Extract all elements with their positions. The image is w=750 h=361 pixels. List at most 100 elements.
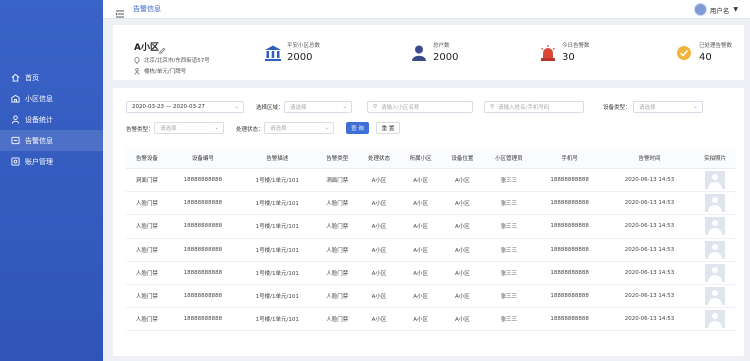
chevron-down-icon: ⌄ (234, 104, 239, 110)
alarm-type-select[interactable]: 请选择 ⌄ (154, 122, 224, 134)
handled-icon (676, 44, 694, 62)
reset-button[interactable]: 重 置 (376, 122, 400, 134)
column-header: 告警时间 (604, 148, 695, 169)
alarm-type-placeholder: 请选择 (160, 126, 177, 132)
table-cell: 人脸门禁 (126, 261, 168, 285)
breadcrumb[interactable]: 告警信息 (133, 4, 161, 14)
region-select[interactable]: 请选择 ⌄ (284, 101, 352, 113)
device-type-select[interactable]: 请选择 ⌄ (633, 101, 703, 113)
table-cell: A小区 (441, 261, 484, 285)
avatar-photo-icon[interactable] (705, 263, 726, 282)
table-cell: A小区 (399, 307, 442, 332)
avatar-photo-icon[interactable] (705, 217, 726, 236)
table-cell: 人脸门禁 (316, 238, 359, 262)
table-cell: 张三三 (483, 168, 535, 193)
person-search-input[interactable]: ⚲ 请输入姓名/手机号码 (484, 101, 584, 113)
siren-icon (539, 44, 557, 62)
table-cell: 人脸门禁 (126, 284, 168, 309)
table-row: 人脸门禁 18888888888 1号楼/1单元/101 人脸门禁 A小区 A小区 A小区张… (126, 238, 736, 262)
table-row: 人脸门禁 18888888888 1号楼/1单元/101 人脸门禁 A小区 A小区 A小区张… (126, 191, 736, 216)
table-body: 洞面门禁 18888888888 1号楼/1单元/101 洞面门禁 A小区 A小区 A小区张… (126, 168, 736, 332)
sidebar-item-community[interactable]: 小区信息 (0, 88, 103, 109)
address-row: 北京/北京市/东西街道57号 (134, 56, 210, 64)
chevron-down-icon: ⌄ (214, 125, 219, 131)
sidebar-item-device-stats[interactable]: 设备统计 (0, 109, 103, 130)
chevron-down-icon: ⌄ (342, 104, 347, 110)
table-cell: 张三三 (483, 284, 535, 309)
table-cell: 18888888888 (167, 168, 238, 193)
photo-cell (694, 214, 736, 239)
table-cell: A小区 (399, 191, 442, 216)
sidebar-item-home[interactable]: 首页 (0, 67, 103, 88)
device-type-label: 设备类型： (603, 105, 631, 111)
table-cell: 18888888888 (167, 191, 238, 216)
stat-value: 30 (562, 52, 575, 63)
column-header: 处理状态 (358, 148, 400, 169)
table-cell: 2020-06-13 14:53 (604, 168, 695, 193)
table-cell: 18888888888 (167, 261, 238, 285)
column-header: 设备位置 (441, 148, 484, 169)
photo-cell (694, 261, 736, 285)
table-cell: 2020-06-13 14:53 (604, 238, 695, 262)
table-cell: 1号楼/1单元/101 (237, 261, 317, 285)
table-cell: 张三三 (483, 214, 535, 239)
photo-cell (694, 284, 736, 309)
table-cell: A小区 (441, 284, 484, 309)
table-cell: 18888888888 (534, 191, 605, 216)
table-cell: A小区 (441, 238, 484, 262)
stat-value: 40 (699, 52, 712, 63)
table-cell: 洞面门禁 (316, 168, 359, 193)
region-placeholder: 请选择 (290, 105, 307, 111)
community-search-input[interactable]: ⚲ 请输入小区名称 (367, 101, 473, 113)
topbar: 告警信息 用户名 ▼ (103, 0, 750, 19)
alarm-table: 告警设备 设备编号 告警描述 告警类型 处理状态 所属小区 设备位置 小区管理员… (126, 148, 736, 332)
stat-total-communities: 平安小区总数 2000 (264, 41, 320, 63)
community-icon (11, 94, 20, 103)
column-header: 手机号 (534, 148, 605, 169)
table-cell: A小区 (399, 284, 442, 309)
status-select[interactable]: 请选择 ⌄ (264, 122, 334, 134)
stat-label: 今日告警数 (562, 43, 590, 49)
table-cell: A小区 (358, 191, 400, 216)
avatar-photo-icon[interactable] (705, 171, 726, 190)
table-cell: 2020-06-13 14:53 (604, 191, 695, 216)
user-menu[interactable]: 用户名 ▼ (693, 3, 738, 16)
table-cell: A小区 (358, 261, 400, 285)
table-cell: A小区 (358, 307, 400, 332)
menu-toggle-icon[interactable] (115, 4, 125, 18)
table-cell: 2020-06-13 14:53 (604, 307, 695, 332)
avatar-photo-icon[interactable] (705, 240, 726, 259)
sidebar-item-alarm[interactable]: 告警信息 (0, 130, 103, 151)
table-cell: 人脸门禁 (126, 191, 168, 216)
table-cell: 18888888888 (167, 214, 238, 239)
photo-cell (694, 191, 736, 216)
table-cell: 张三三 (483, 191, 535, 216)
table-cell: 18888888888 (534, 238, 605, 262)
table-cell: 18888888888 (534, 214, 605, 239)
column-header: 告警描述 (237, 148, 317, 169)
sidebar-item-label: 设备统计 (25, 115, 53, 124)
sidebar-item-account[interactable]: 账户管理 (0, 151, 103, 172)
avatar-photo-icon[interactable] (705, 310, 726, 329)
chevron-down-icon: ⌄ (693, 104, 698, 110)
edit-icon[interactable] (158, 40, 166, 54)
stat-today-alarms: 今日告警数 30 (539, 41, 590, 63)
table-cell: A小区 (441, 214, 484, 239)
avatar-photo-icon[interactable] (705, 194, 726, 213)
sidebar-nav: 首页 小区信息 设备统计 告警信息 账户管理 (0, 67, 103, 172)
table-header-row: 告警设备 设备编号 告警描述 告警类型 处理状态 所属小区 设备位置 小区管理员… (126, 148, 736, 169)
person-search-placeholder: 请输入姓名/手机号码 (498, 105, 550, 111)
device-type-placeholder: 请选择 (639, 105, 656, 111)
date-range-value: 2020-03-23 — 2020-03-27 (132, 104, 205, 110)
query-button[interactable]: 查 询 (346, 122, 369, 134)
avatar-photo-icon[interactable] (705, 287, 726, 306)
sidebar-item-label: 告警信息 (25, 136, 53, 145)
sidebar: 首页 小区信息 设备统计 告警信息 账户管理 (0, 0, 103, 361)
table-row: 人脸门禁 18888888888 1号楼/1单元/101 人脸门禁 A小区 A小区 A小区张… (126, 214, 736, 239)
table-cell: 1号楼/1单元/101 (237, 307, 317, 332)
column-header: 小区管理员 (483, 148, 535, 169)
date-range-picker[interactable]: 2020-03-23 — 2020-03-27 ⌄ (126, 101, 244, 113)
building-icon (134, 67, 140, 75)
table-cell: A小区 (358, 284, 400, 309)
stat-handled-alarms: 已处理告警数 40 (676, 41, 732, 63)
